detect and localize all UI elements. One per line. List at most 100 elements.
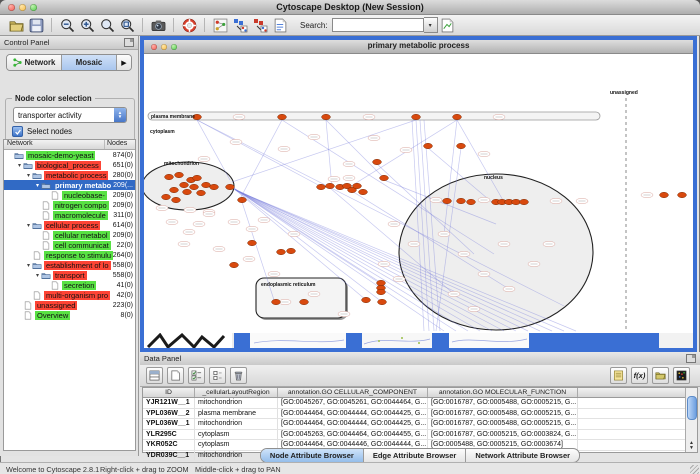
table-vertical-scrollbar[interactable]: ▲▼ bbox=[685, 388, 697, 452]
column-header[interactable]: annotation.GO MOLECULAR_FUNCTION bbox=[428, 388, 578, 397]
import-attributes-button[interactable] bbox=[652, 367, 669, 384]
graph-node[interactable] bbox=[424, 143, 433, 148]
zoom-selected-button[interactable] bbox=[119, 17, 136, 34]
graph-node[interactable] bbox=[162, 194, 171, 199]
graph-node[interactable] bbox=[353, 183, 362, 188]
disclosure-triangle-icon[interactable]: ▾ bbox=[25, 262, 32, 269]
import-annotation-button[interactable] bbox=[439, 17, 456, 34]
graph-node[interactable] bbox=[326, 183, 335, 188]
graph-node[interactable] bbox=[170, 187, 179, 192]
disclosure-triangle-icon[interactable]: ▾ bbox=[34, 182, 41, 189]
graph-node[interactable] bbox=[197, 190, 206, 195]
float-panel-icon[interactable] bbox=[124, 38, 134, 47]
graph-node[interactable] bbox=[377, 280, 386, 285]
tabs-overflow-arrow-icon[interactable]: ▶ bbox=[117, 55, 131, 70]
network-tree-row[interactable]: secretion41(0) bbox=[4, 280, 135, 290]
column-header[interactable]: _cellularLayoutRegion bbox=[195, 388, 278, 397]
formula-builder-button[interactable]: f(x) bbox=[631, 367, 648, 384]
background-windows-strip[interactable] bbox=[144, 333, 693, 348]
layout-red-button[interactable] bbox=[252, 17, 269, 34]
new-attribute-button[interactable] bbox=[167, 367, 184, 384]
network-tree-row[interactable]: macromolecule311(0) bbox=[4, 210, 135, 220]
graph-node[interactable] bbox=[193, 175, 202, 180]
graph-node[interactable] bbox=[277, 249, 286, 254]
disclosure-triangle-icon[interactable]: ▾ bbox=[25, 222, 32, 229]
notes-button[interactable] bbox=[610, 367, 627, 384]
attribute-matrix-button[interactable] bbox=[673, 367, 690, 384]
select-nodes-checkbox[interactable] bbox=[12, 126, 23, 137]
network-tree-row[interactable]: ▾cellular process614(0) bbox=[4, 220, 135, 230]
graph-node[interactable] bbox=[457, 198, 466, 203]
network-tree-row[interactable]: Overview8(0) bbox=[4, 310, 135, 320]
graph-node[interactable] bbox=[378, 299, 387, 304]
graph-node[interactable] bbox=[172, 197, 181, 202]
attribute-tab-edge[interactable]: Edge Attribute Browser bbox=[364, 449, 466, 462]
network-tree-row[interactable]: nitrogen compo209(0) bbox=[4, 200, 135, 210]
delete-attribute-button[interactable] bbox=[230, 367, 247, 384]
zoom-fit-button[interactable] bbox=[99, 17, 116, 34]
node-color-combobox[interactable]: transporter activity ▲▼ bbox=[13, 107, 127, 123]
unselect-attributes-button[interactable] bbox=[209, 367, 226, 384]
graph-node[interactable] bbox=[520, 199, 529, 204]
graph-node[interactable] bbox=[238, 197, 247, 202]
select-attributes-button[interactable] bbox=[188, 367, 205, 384]
attr-table-button[interactable] bbox=[146, 367, 163, 384]
graph-node[interactable] bbox=[322, 114, 331, 119]
graph-node[interactable] bbox=[317, 184, 326, 189]
attribute-tab-node[interactable]: Node Attribute Browser bbox=[261, 449, 364, 462]
graph-node[interactable] bbox=[210, 184, 219, 189]
graph-node[interactable] bbox=[380, 175, 389, 180]
resize-grip[interactable] bbox=[690, 465, 699, 474]
network-view-button[interactable] bbox=[212, 17, 229, 34]
graph-node[interactable] bbox=[175, 172, 184, 177]
table-row[interactable]: YPL036W__1mitochondrion[GO:0044464, GO:0… bbox=[143, 419, 697, 430]
graph-node[interactable] bbox=[165, 174, 174, 179]
zoom-out-button[interactable] bbox=[59, 17, 76, 34]
network-canvas[interactable]: plasma membranecytoplasmmitochondrionnuc… bbox=[144, 54, 693, 333]
graph-node[interactable] bbox=[287, 248, 296, 253]
network-tree-row[interactable]: ▾metabolic process280(0) bbox=[4, 170, 135, 180]
graph-node[interactable] bbox=[202, 182, 211, 187]
zoom-in-button[interactable] bbox=[79, 17, 96, 34]
graph-node[interactable] bbox=[190, 184, 199, 189]
network-tree-row[interactable]: unassigned223(0) bbox=[4, 300, 135, 310]
disclosure-triangle-icon[interactable]: ▾ bbox=[34, 272, 41, 279]
disclosure-triangle-icon[interactable]: ▾ bbox=[25, 172, 32, 179]
annotation-page-button[interactable] bbox=[272, 17, 289, 34]
tree-col-nodes[interactable]: Nodes bbox=[105, 140, 135, 149]
column-header[interactable]: ID bbox=[143, 388, 195, 397]
tab-network[interactable]: Network bbox=[7, 55, 62, 70]
tab-mosaic[interactable]: Mosaic bbox=[62, 55, 117, 70]
graph-node[interactable] bbox=[226, 184, 235, 189]
attribute-tab-network[interactable]: Network Attribute Browser bbox=[466, 449, 579, 462]
search-dropdown-icon[interactable]: ▾ bbox=[424, 17, 438, 33]
graph-node[interactable] bbox=[678, 192, 687, 197]
column-header[interactable]: annotation.GO CELLULAR_COMPONENT bbox=[278, 388, 428, 397]
network-tree-row[interactable]: response to stimulu264(0) bbox=[4, 250, 135, 260]
graph-node[interactable] bbox=[278, 114, 287, 119]
network-tree-row[interactable]: cell communicat22(0) bbox=[4, 240, 135, 250]
network-tree-row[interactable]: ▾transport558(0) bbox=[4, 270, 135, 280]
save-session-button[interactable] bbox=[28, 17, 45, 34]
network-tree-row[interactable]: multi-organism pro42(0) bbox=[4, 290, 135, 300]
scrollbar-thumb[interactable] bbox=[687, 396, 697, 420]
graph-node[interactable] bbox=[183, 189, 192, 194]
network-tree-row[interactable]: ▾primary metabo209(... bbox=[4, 180, 135, 190]
table-row[interactable]: YJR121W__1mitochondrion[GO:0045267, GO:0… bbox=[143, 398, 697, 409]
layout-blue-button[interactable] bbox=[232, 17, 249, 34]
graph-node[interactable] bbox=[412, 114, 421, 119]
tree-col-network[interactable]: Network bbox=[4, 140, 105, 149]
network-tree-row[interactable]: ▾establishment of lo558(0) bbox=[4, 260, 135, 270]
graph-node[interactable] bbox=[300, 299, 309, 304]
float-data-panel-icon[interactable] bbox=[686, 354, 696, 363]
network-tree-row[interactable]: nucleobase-209(0) bbox=[4, 190, 135, 200]
network-tree-row[interactable]: mosaic-demo-yeast874(0) bbox=[4, 150, 135, 160]
graph-node[interactable] bbox=[377, 289, 386, 294]
graph-node[interactable] bbox=[373, 159, 382, 164]
table-row[interactable]: YLR295Ccytoplasm[GO:0045263, GO:0044464,… bbox=[143, 430, 697, 441]
graph-node[interactable] bbox=[180, 182, 189, 187]
graph-node[interactable] bbox=[230, 262, 239, 267]
graph-node[interactable] bbox=[453, 114, 462, 119]
graph-node[interactable] bbox=[443, 198, 452, 203]
graph-node[interactable] bbox=[248, 240, 257, 245]
